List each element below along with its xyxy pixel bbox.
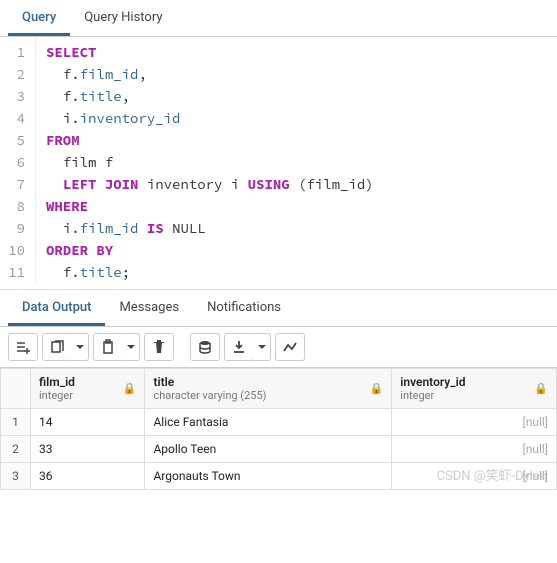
chart-button[interactable]: [275, 333, 305, 361]
code-area[interactable]: SELECT f.film_id, f.title, i.inventory_i…: [36, 37, 557, 283]
lock-icon: 🔒: [123, 382, 137, 395]
tab-query-history[interactable]: Query History: [70, 0, 176, 36]
corner-cell: [1, 369, 31, 409]
results-toolbar: [0, 327, 557, 368]
line-number: 1: [0, 41, 25, 63]
cell-film-id[interactable]: 33: [31, 436, 145, 463]
line-number: 2: [0, 63, 25, 85]
tab-data-output[interactable]: Data Output: [8, 290, 105, 326]
row-number: 3: [1, 463, 31, 490]
paste-dropdown[interactable]: [122, 333, 140, 361]
chevron-down-icon: [254, 339, 270, 355]
line-gutter: 1 2 3 4 5 6 7 8 9 10 11: [0, 37, 36, 283]
add-row-button[interactable]: [8, 333, 38, 361]
cell-title[interactable]: Apollo Teen: [145, 436, 392, 463]
row-number: 1: [1, 409, 31, 436]
line-number: 9: [0, 217, 25, 239]
tab-notifications[interactable]: Notifications: [193, 290, 295, 326]
line-number: 10: [0, 239, 25, 261]
table-row[interactable]: 2 33 Apollo Teen [null]: [1, 436, 557, 463]
line-number: 6: [0, 151, 25, 173]
database-icon: [197, 339, 213, 355]
paste-icon: [100, 339, 116, 355]
lock-icon: 🔒: [534, 382, 548, 395]
copy-icon: [49, 339, 65, 355]
cell-title[interactable]: Alice Fantasia: [145, 409, 392, 436]
cell-title[interactable]: Argonauts Town: [145, 463, 392, 490]
delete-button[interactable]: [144, 333, 174, 361]
query-tabs: Query Query History: [0, 0, 557, 37]
cell-film-id[interactable]: 36: [31, 463, 145, 490]
column-header-title[interactable]: title character varying (255) 🔒: [145, 369, 392, 409]
download-icon: [231, 339, 247, 355]
line-number: 11: [0, 261, 25, 283]
copy-dropdown[interactable]: [71, 333, 89, 361]
chevron-down-icon: [72, 339, 88, 355]
table-row[interactable]: 1 14 Alice Fantasia [null]: [1, 409, 557, 436]
cell-inventory-id[interactable]: [null]: [392, 409, 557, 436]
paste-button[interactable]: [93, 333, 123, 361]
cell-inventory-id[interactable]: [null]: [392, 436, 557, 463]
tab-query[interactable]: Query: [8, 0, 70, 36]
sql-editor[interactable]: 1 2 3 4 5 6 7 8 9 10 11 SELECT f.film_id…: [0, 37, 557, 290]
results-grid: film_id integer 🔒 title character varyin…: [0, 368, 557, 490]
lock-icon: 🔒: [370, 382, 384, 395]
output-tabs: Data Output Messages Notifications: [0, 290, 557, 327]
add-row-icon: [15, 339, 31, 355]
table-row[interactable]: 3 36 Argonauts Town [null]: [1, 463, 557, 490]
row-number: 2: [1, 436, 31, 463]
line-number: 3: [0, 85, 25, 107]
save-data-button[interactable]: [190, 333, 220, 361]
download-dropdown[interactable]: [253, 333, 271, 361]
line-number: 8: [0, 195, 25, 217]
column-header-inventory-id[interactable]: inventory_id integer 🔒: [392, 369, 557, 409]
copy-button[interactable]: [42, 333, 72, 361]
trash-icon: [151, 339, 167, 355]
cell-inventory-id[interactable]: [null]: [392, 463, 557, 490]
cell-film-id[interactable]: 14: [31, 409, 145, 436]
chart-icon: [282, 339, 298, 355]
tab-messages[interactable]: Messages: [105, 290, 193, 326]
download-button[interactable]: [224, 333, 254, 361]
line-number: 4: [0, 107, 25, 129]
column-header-film-id[interactable]: film_id integer 🔒: [31, 369, 145, 409]
line-number: 7: [0, 173, 25, 195]
chevron-down-icon: [123, 339, 139, 355]
line-number: 5: [0, 129, 25, 151]
